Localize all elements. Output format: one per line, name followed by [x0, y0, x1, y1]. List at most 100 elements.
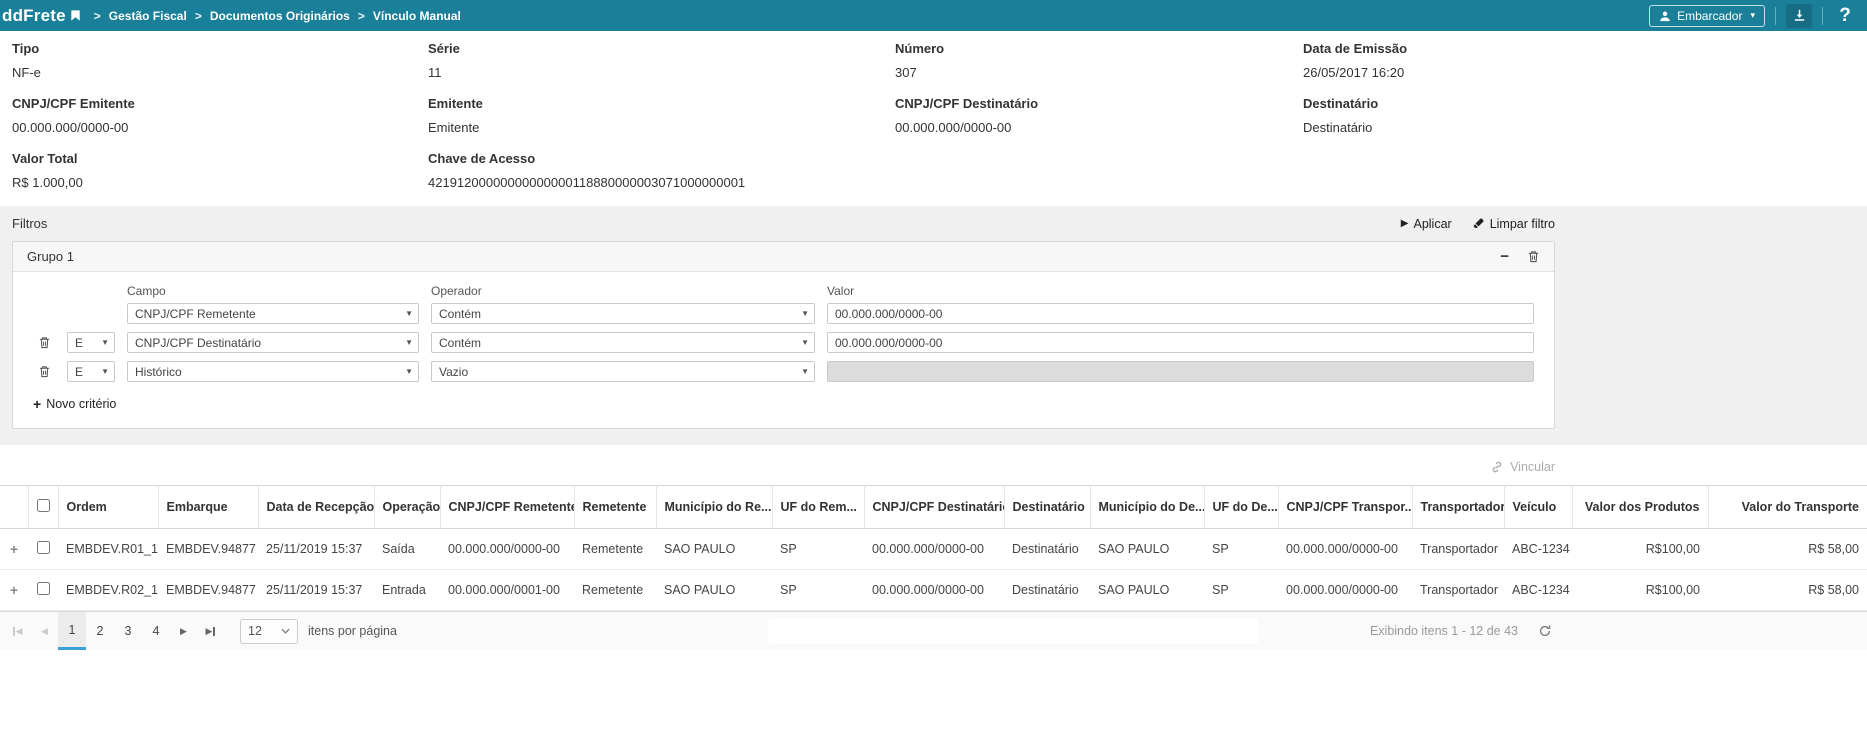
- last-page-icon: [213, 627, 215, 636]
- app-logo[interactable]: ddFrete: [2, 6, 82, 26]
- grid-cell-uf-remetente: SP: [772, 570, 864, 611]
- collapse-group-button[interactable]: −: [1500, 249, 1509, 264]
- column-header-uf-destinatario[interactable]: UF do De...: [1204, 486, 1278, 529]
- column-header-data-recepcao[interactable]: Data de Recepção: [258, 486, 374, 529]
- valor-input[interactable]: [827, 332, 1534, 353]
- pager-status: Exibindo itens 1 - 12 de 43: [1370, 624, 1518, 638]
- help-button[interactable]: ?: [1833, 4, 1857, 28]
- grid-cell-municipio-destinatario: SAO PAULO: [1090, 529, 1204, 570]
- column-header-valor-transporte[interactable]: Valor do Transporte: [1708, 486, 1867, 529]
- breadcrumb-item-gestao-fiscal[interactable]: Gestão Fiscal: [109, 9, 187, 23]
- detail-field-value: 00.000.000/0000-00: [895, 120, 1303, 135]
- topbar-right: Embarcador ▾ ?: [1649, 4, 1857, 28]
- select-all-checkbox[interactable]: [37, 499, 50, 512]
- row-expand-button[interactable]: +: [10, 582, 18, 598]
- user-menu-button[interactable]: Embarcador ▾: [1649, 5, 1765, 27]
- column-header-municipio-remetente[interactable]: Município do Re...: [656, 486, 772, 529]
- column-header-embarque[interactable]: Embarque: [158, 486, 258, 529]
- breadcrumb-item-documentos-originarios[interactable]: Documentos Originários: [210, 9, 350, 23]
- logo-flag-icon: [69, 9, 82, 22]
- operador-select-value: Contém: [439, 336, 481, 350]
- page-button-4[interactable]: 4: [142, 612, 170, 650]
- column-header-valor-produtos[interactable]: Valor dos Produtos: [1572, 486, 1708, 529]
- column-header-operacao[interactable]: Operação: [374, 486, 440, 529]
- download-icon: [1792, 8, 1807, 23]
- last-page-button[interactable]: ▶: [197, 612, 224, 650]
- chevron-down-icon: ▼: [101, 338, 109, 347]
- expand-cell: +: [0, 529, 28, 570]
- delete-criteria-button[interactable]: [33, 365, 55, 378]
- row-checkbox[interactable]: [37, 582, 50, 595]
- column-header-municipio-destinatario[interactable]: Município do De...: [1090, 486, 1204, 529]
- detail-field-value: 11: [428, 65, 895, 80]
- page-button-2[interactable]: 2: [86, 612, 114, 650]
- detail-field: Valor Total R$ 1.000,00: [12, 151, 428, 190]
- row-expand-button[interactable]: +: [10, 541, 18, 557]
- campo-select[interactable]: Histórico ▼: [127, 361, 419, 382]
- campo-select[interactable]: CNPJ/CPF Destinatário ▼: [127, 332, 419, 353]
- operador-select[interactable]: Vazio ▼: [431, 361, 815, 382]
- detail-field: CNPJ/CPF Destinatário 00.000.000/0000-00: [895, 96, 1303, 135]
- column-header-remetente[interactable]: Remetente: [574, 486, 656, 529]
- filters-header: Filtros ▶ Aplicar Limpar filtro: [0, 212, 1555, 241]
- previous-page-button[interactable]: ◀: [31, 612, 58, 650]
- apply-filter-button[interactable]: ▶ Aplicar: [1401, 217, 1452, 231]
- operador-select[interactable]: Contém ▼: [431, 303, 815, 324]
- grid-cell-valor-transporte: R$ 58,00: [1708, 570, 1867, 611]
- vincular-button[interactable]: Vincular: [1490, 460, 1555, 474]
- arrow-right-icon: ▶: [206, 626, 213, 637]
- chevron-down-icon: [281, 628, 290, 634]
- delete-criteria-button[interactable]: [33, 336, 55, 349]
- column-header-cnpj-destinatario[interactable]: CNPJ/CPF Destinatário: [864, 486, 1004, 529]
- column-header-uf-remetente[interactable]: UF do Rem...: [772, 486, 864, 529]
- conjunction-select-value: E: [75, 336, 83, 350]
- breadcrumb-separator: >: [195, 9, 202, 23]
- new-criteria-button[interactable]: + Novo critério: [33, 396, 116, 412]
- grid-cell-cnpj-transportador: 00.000.000/0000-00: [1278, 529, 1412, 570]
- checkbox-cell: [28, 570, 58, 611]
- breadcrumb-item-vinculo-manual[interactable]: Vínculo Manual: [373, 9, 461, 23]
- column-header-veiculo[interactable]: Veículo: [1504, 486, 1572, 529]
- delete-group-button[interactable]: [1527, 250, 1540, 263]
- column-header-cnpj-remetente[interactable]: CNPJ/CPF Remetente: [440, 486, 574, 529]
- pagination-bar: ◀ ◀ 1 2 3 4 ▶ ▶ 12 itens por página Exib…: [0, 611, 1867, 650]
- operador-select[interactable]: Contém ▼: [431, 332, 815, 353]
- conjunction-select[interactable]: E ▼: [67, 332, 115, 353]
- eraser-icon: [1472, 217, 1485, 230]
- chevron-down-icon: ▼: [405, 338, 413, 347]
- row-checkbox[interactable]: [37, 541, 50, 554]
- grid-cell-embarque: EMBDEV.94877: [158, 570, 258, 611]
- filter-group-tools: −: [1500, 249, 1540, 264]
- breadcrumb-separator: >: [358, 9, 365, 23]
- filter-row: E ▼ Histórico ▼ Vazio ▼: [33, 361, 1534, 382]
- detail-field: Tipo NF-e: [12, 41, 428, 80]
- page-button-3[interactable]: 3: [114, 612, 142, 650]
- grid-header: Ordem Embarque Data de Recepção Operação…: [0, 486, 1867, 529]
- column-header-ordem[interactable]: Ordem: [58, 486, 158, 529]
- download-button[interactable]: [1786, 4, 1812, 28]
- first-page-button[interactable]: ◀: [4, 612, 31, 650]
- valor-input[interactable]: [827, 303, 1534, 324]
- conjunction-select[interactable]: E ▼: [67, 361, 115, 382]
- documents-grid: Ordem Embarque Data de Recepção Operação…: [0, 485, 1867, 611]
- grid-cell-remetente: Remetente: [574, 529, 656, 570]
- grid-cell-uf-destinatario: SP: [1204, 570, 1278, 611]
- clear-filter-button[interactable]: Limpar filtro: [1472, 217, 1555, 231]
- column-header-cnpj-transportador[interactable]: CNPJ/CPF Transpor...: [1278, 486, 1412, 529]
- grid-horizontal-scrollbar[interactable]: [768, 619, 1258, 644]
- campo-select[interactable]: CNPJ/CPF Remetente ▼: [127, 303, 419, 324]
- table-row: + EMBDEV.R02_13 EMBDEV.94877 25/11/2019 …: [0, 570, 1867, 611]
- page-size-select[interactable]: 12: [240, 619, 298, 644]
- refresh-button[interactable]: [1538, 624, 1552, 638]
- column-header-destinatario[interactable]: Destinatário: [1004, 486, 1090, 529]
- operador-select-value: Vazio: [439, 365, 468, 379]
- grid-cell-veiculo: ABC-1234: [1504, 570, 1572, 611]
- operador-column-label: Operador: [431, 284, 815, 298]
- grid-cell-destinatario: Destinatário: [1004, 529, 1090, 570]
- column-header-transportador[interactable]: Transportador: [1412, 486, 1504, 529]
- page-button-1[interactable]: 1: [58, 612, 86, 650]
- next-page-button[interactable]: ▶: [170, 612, 197, 650]
- grid-cell-ordem: EMBDEV.R02_13: [58, 570, 158, 611]
- plus-icon: +: [10, 582, 18, 598]
- grid-cell-cnpj-transportador: 00.000.000/0000-00: [1278, 570, 1412, 611]
